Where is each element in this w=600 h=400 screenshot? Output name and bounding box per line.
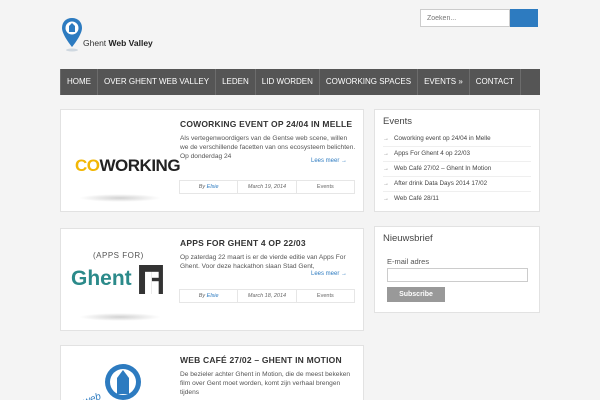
events-widget: Events → Coworking event op 24/04 in Mell…: [374, 109, 540, 212]
events-list: → Coworking event op 24/04 in Melle → Apps…: [383, 132, 531, 206]
post-category[interactable]: Events: [297, 181, 354, 193]
arrow-right-icon: →: [383, 196, 389, 202]
logo-text-bold: Web Valley: [108, 38, 153, 48]
thumbnail-shadow: [79, 313, 161, 321]
search-input[interactable]: [420, 9, 510, 27]
events-list-item[interactable]: → After drink Data Days 2014 17/02: [383, 177, 531, 192]
author-link[interactable]: Elsie: [207, 293, 219, 299]
events-list-item[interactable]: → Apps For Ghent 4 op 22/03: [383, 147, 531, 162]
search-button[interactable]: [510, 9, 538, 27]
post-meta: By Elsie March 18, 2014 Events: [179, 289, 355, 303]
nav-item-over[interactable]: Over Ghent Web Valley: [98, 69, 217, 95]
logo-text-plain: Ghent: [83, 38, 109, 48]
arrow-right-icon: →: [383, 136, 389, 142]
nav-item-lid-worden[interactable]: Lid worden: [256, 69, 320, 95]
nav-item-contact[interactable]: Contact: [470, 69, 521, 95]
map-pin-logo-icon: [62, 18, 82, 52]
main-nav: Home Over Ghent Web Valley Leden Lid wor…: [60, 69, 540, 95]
author-link[interactable]: Elsie: [207, 184, 219, 190]
post-card: COWORKING Coworking event op 24/04 in Me…: [60, 109, 364, 212]
events-list-item-label: Apps For Ghent 4 op 22/03: [394, 150, 470, 157]
nav-item-home[interactable]: Home: [60, 69, 98, 95]
newsletter-widget-title: Nieuwsbrief: [383, 233, 433, 244]
coworking-logo-working: WORKING: [99, 156, 181, 175]
post-excerpt: Als vertegenwoordigers van de Gentse web…: [180, 135, 356, 160]
post-title[interactable]: Coworking event op 24/04 in Melle: [180, 119, 352, 129]
site-logo[interactable]: Ghent Web Valley: [61, 17, 171, 55]
post-card: web Web Café 27/02 – Ghent in Motion De …: [60, 345, 364, 400]
newsletter-widget: Nieuwsbrief E-mail adres Subscribe: [374, 226, 540, 313]
post-thumbnail-web-cafe[interactable]: web: [69, 356, 169, 400]
email-field[interactable]: [387, 268, 528, 282]
post-excerpt: Op zaterdag 22 maart is er de vierde edi…: [180, 254, 346, 270]
read-more-link[interactable]: Lees meer →: [311, 158, 347, 164]
events-list-item-label: Web Café 27/02 – Ghent In Motion: [394, 165, 492, 172]
post-meta: By Elsie March 19, 2014 Events: [179, 180, 355, 194]
post-card: (APPS FOR) Ghent Apps for Ghent 4 op 22/…: [60, 228, 364, 331]
email-label: E-mail adres: [387, 257, 430, 266]
arrow-right-icon: →: [383, 151, 389, 157]
post-excerpt: De bezieler achter Ghent in Motion, die …: [180, 371, 351, 396]
events-list-item-label: After drink Data Days 2014 17/02: [394, 180, 488, 187]
ghent-label: Ghent: [71, 267, 132, 290]
arrow-right-icon: →: [383, 166, 389, 172]
read-more-link[interactable]: Lees meer →: [311, 271, 347, 277]
nav-item-leden[interactable]: Leden: [216, 69, 256, 95]
events-list-item-label: Web Café 28/11: [394, 195, 439, 202]
post-title[interactable]: Apps for Ghent 4 op 22/03: [180, 238, 306, 248]
coworking-logo-co: CO: [75, 156, 100, 175]
post-date: March 19, 2014: [238, 181, 297, 193]
post-title[interactable]: Web Café 27/02 – Ghent in Motion: [180, 355, 342, 365]
events-list-item[interactable]: → Web Café 27/02 – Ghent In Motion: [383, 162, 531, 177]
author-prefix: By: [198, 184, 206, 190]
post-thumbnail-coworking[interactable]: COWORKING: [69, 120, 181, 195]
events-list-item-label: Coworking event op 24/04 in Melle: [394, 135, 491, 142]
nav-item-events[interactable]: Events »: [418, 69, 470, 95]
subscribe-button[interactable]: Subscribe: [387, 287, 445, 302]
events-list-item[interactable]: → Coworking event op 24/04 in Melle: [383, 132, 531, 147]
events-list-item[interactable]: → Web Café 28/11: [383, 192, 531, 206]
ghent-a-logo-icon: [139, 265, 163, 294]
apps-for-label: (APPS FOR): [93, 251, 144, 260]
arrow-right-icon: →: [383, 181, 389, 187]
thumbnail-shadow: [79, 194, 161, 202]
post-thumbnail-apps-for-ghent[interactable]: (APPS FOR) Ghent: [69, 239, 169, 314]
events-widget-title: Events: [383, 116, 413, 127]
author-prefix: By: [198, 293, 206, 299]
nav-item-coworking[interactable]: Coworking spaces: [320, 69, 419, 95]
post-date: March 18, 2014: [238, 290, 297, 302]
post-category[interactable]: Events: [297, 290, 354, 302]
web-cafe-logo-text: web: [81, 391, 103, 400]
